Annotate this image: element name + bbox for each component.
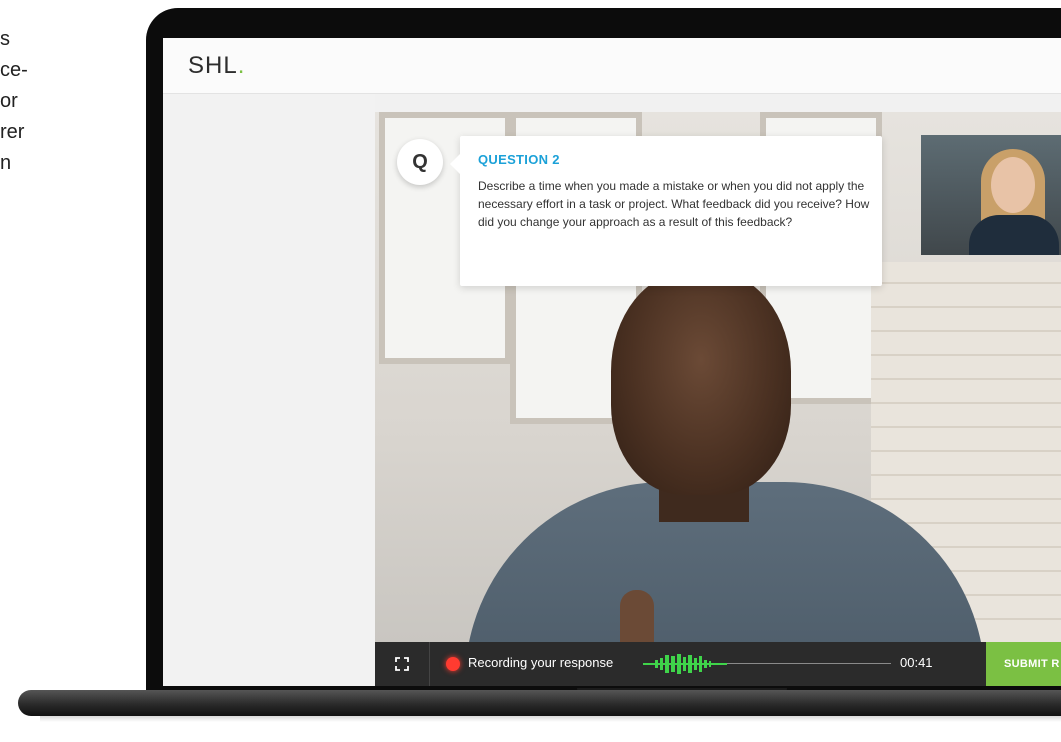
interviewer-face	[991, 157, 1035, 213]
recording-indicator-icon	[446, 657, 460, 671]
side-text-line: ce-	[0, 59, 28, 81]
logo-text: SHL	[188, 52, 238, 79]
audio-waveform-icon	[643, 654, 727, 674]
fullscreen-button[interactable]	[375, 642, 430, 686]
question-badge: Q	[397, 139, 443, 185]
side-marketing-text: s ce- or rer n	[0, 24, 140, 179]
recording-control-bar: Recording your response 00:41 SUBMIT R	[375, 642, 1061, 686]
submit-response-button[interactable]: SUBMIT R	[986, 642, 1061, 686]
laptop-shadow	[40, 716, 1061, 722]
shl-logo[interactable]: SHL.	[188, 52, 245, 80]
recording-timer: 00:41	[900, 655, 933, 670]
side-text-line: rer	[0, 121, 25, 143]
recording-label: Recording your response	[468, 655, 614, 670]
candidate-hand	[620, 590, 654, 642]
fullscreen-icon	[395, 657, 409, 671]
logo-dot: .	[237, 52, 246, 79]
question-title: QUESTION 2	[478, 152, 560, 167]
side-text-line: n	[0, 152, 12, 174]
interviewer-video-thumbnail[interactable]	[921, 135, 1061, 255]
left-panel	[163, 94, 375, 686]
interviewer-body	[969, 215, 1059, 255]
side-text-line: s	[0, 28, 10, 50]
question-text: Describe a time when you made a mistake …	[478, 179, 870, 229]
question-card: QUESTION 2 Describe a time when you made…	[450, 136, 882, 286]
app-header: SHL.	[163, 38, 1061, 94]
laptop-screen: SHL. Q QUESTION 2 Describe a time when y…	[163, 38, 1061, 686]
side-text-line: or	[0, 90, 18, 112]
candidate-face	[611, 270, 791, 495]
laptop-base	[18, 690, 1061, 716]
